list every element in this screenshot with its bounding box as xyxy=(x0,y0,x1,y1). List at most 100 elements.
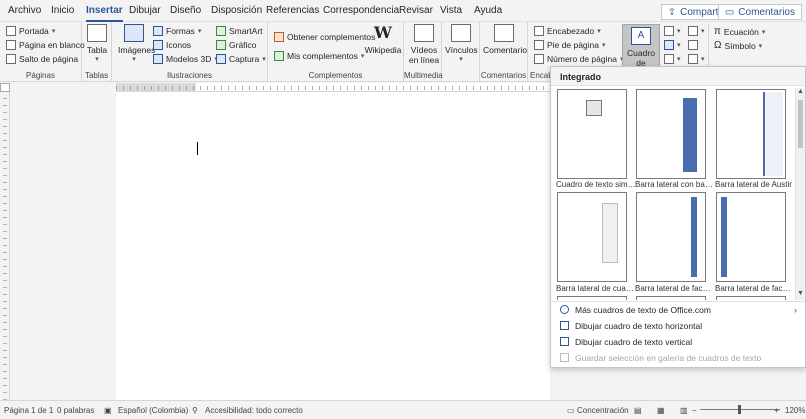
tab-ayuda[interactable]: Ayuda xyxy=(474,5,502,16)
gallery-label: Barra lateral de faceta ... xyxy=(635,284,715,293)
signature-icon xyxy=(688,26,698,36)
read-mode-icon[interactable]: ▤ xyxy=(634,406,642,415)
proofing-icon[interactable]: ▣ xyxy=(104,406,112,415)
textbox-button[interactable]: ACuadro detexto ▾ xyxy=(622,24,660,78)
textbox-icon xyxy=(560,321,569,330)
gallery-item-facet-sidebar-right[interactable] xyxy=(716,192,786,282)
gallery-scrollbar[interactable]: ▲ ▼ xyxy=(795,88,805,300)
get-addins-button[interactable]: Obtener complementos xyxy=(274,32,375,42)
quick-parts-button[interactable]: ▾ xyxy=(664,26,681,36)
shapes-button[interactable]: Formas ▾ xyxy=(153,26,201,36)
gallery-item-facet-sidebar-left[interactable] xyxy=(636,192,706,282)
screenshot-button[interactable]: Captura ▾ xyxy=(216,54,266,64)
scroll-down-icon[interactable]: ▼ xyxy=(796,290,805,300)
tab-insertar[interactable]: Insertar xyxy=(86,5,123,22)
zoom-in-icon[interactable]: + xyxy=(774,406,779,415)
icons-button[interactable]: Iconos xyxy=(153,40,191,50)
group-vinculos: Vínculos ▾ xyxy=(442,22,480,82)
tab-referencias[interactable]: Referencias xyxy=(266,5,319,16)
gallery-item[interactable] xyxy=(636,296,706,300)
drop-cap-button[interactable]: ▾ xyxy=(664,54,681,64)
tab-vista[interactable]: Vista xyxy=(440,5,462,16)
tab-diseno[interactable]: Diseño xyxy=(170,5,201,16)
images-button[interactable]: Imágenes ▾ xyxy=(118,24,155,65)
wikipedia-icon: W xyxy=(374,23,392,42)
page-number-button[interactable]: Número de página▾ xyxy=(534,54,623,64)
tab-disposicion[interactable]: Disposición xyxy=(211,5,262,16)
symbol-button[interactable]: Ω Símbolo ▾ xyxy=(714,40,762,51)
equation-button[interactable]: π Ecuación ▾ xyxy=(714,26,765,37)
tab-dibujar[interactable]: Dibujar xyxy=(129,5,161,16)
object-button[interactable]: ▾ xyxy=(688,54,705,64)
header-button[interactable]: Encabezado ▾ xyxy=(534,26,601,36)
gallery-item[interactable] xyxy=(716,296,786,300)
tab-archivo[interactable]: Archivo xyxy=(8,5,41,16)
group-ilustraciones: Imágenes▾ Formas▾ Iconos Modelos 3D▾ Sma… xyxy=(112,22,268,82)
page-count[interactable]: Página 1 de 1 xyxy=(4,406,53,415)
wikipedia-button[interactable]: W Wikipedia xyxy=(364,23,402,56)
gallery-item-simple[interactable] xyxy=(557,89,627,179)
puzzle-icon xyxy=(274,51,284,61)
focus-icon[interactable]: ▭ xyxy=(567,406,575,415)
3d-models-button[interactable]: Modelos 3D▾ xyxy=(153,54,218,64)
my-addins-button[interactable]: Mis complementos ▾ xyxy=(274,51,364,61)
document-page[interactable] xyxy=(116,92,550,400)
accessibility-icon[interactable]: ⚲ xyxy=(192,406,198,415)
focus-mode[interactable]: Concentración xyxy=(577,406,629,415)
horizontal-ruler[interactable] xyxy=(116,83,550,92)
more-textboxes-item[interactable]: Más cuadros de texto de Office.com › xyxy=(560,302,797,317)
gallery-item-banded-sidebar[interactable] xyxy=(636,89,706,179)
smartart-button[interactable]: SmartArt xyxy=(216,26,263,36)
language[interactable]: Español (Colombia) xyxy=(118,406,188,415)
scrollbar-thumb[interactable] xyxy=(798,100,803,148)
cover-page-button[interactable]: Portada ▾ xyxy=(6,26,55,36)
ruler-ticks xyxy=(116,86,550,90)
accessibility-status[interactable]: Accesibilidad: todo correcto xyxy=(205,406,303,415)
draw-vertical-textbox-item[interactable]: Dibujar cuadro de texto vertical xyxy=(560,334,797,349)
table-button[interactable]: Tabla ▾ xyxy=(86,24,108,65)
web-layout-icon[interactable]: ▥ xyxy=(680,406,688,415)
gallery-label: Cuadro de texto simple xyxy=(556,180,636,189)
shapes-icon xyxy=(153,26,163,36)
online-video-button[interactable]: Vídeos en línea xyxy=(408,24,440,65)
zoom-level[interactable]: 120% xyxy=(785,406,805,415)
tab-correspondencia[interactable]: Correspondencia xyxy=(323,5,399,16)
group-complementos: Obtener complementos Mis complementos ▾ W… xyxy=(268,22,404,82)
blank-page-button[interactable]: Página en blanco xyxy=(6,40,85,50)
store-icon xyxy=(274,32,284,42)
scroll-up-icon[interactable]: ▲ xyxy=(796,88,805,98)
gallery-item[interactable] xyxy=(557,296,627,300)
page-break-button[interactable]: Salto de página xyxy=(6,54,78,64)
chart-button[interactable]: Gráfico xyxy=(216,40,256,50)
gallery-section-header: Integrado xyxy=(551,67,805,86)
comment-icon: ▭ xyxy=(724,6,735,18)
textbox-icon: A xyxy=(631,27,651,45)
ruler-corner[interactable] xyxy=(0,83,10,92)
tab-inicio[interactable]: Inicio xyxy=(51,5,74,16)
zoom-slider-knob[interactable] xyxy=(738,405,741,414)
preview-sidebar xyxy=(683,98,697,172)
draw-horizontal-textbox-item[interactable]: Dibujar cuadro de texto horizontal xyxy=(560,318,797,333)
wordart-button[interactable]: ▾ xyxy=(664,40,681,50)
tab-revisar[interactable]: Revisar xyxy=(399,5,433,16)
signature-line-button[interactable]: ▾ xyxy=(688,26,705,36)
print-layout-icon[interactable]: ▦ xyxy=(657,406,665,415)
object-icon xyxy=(688,54,698,64)
gallery-item-austin-sidebar[interactable] xyxy=(716,89,786,179)
comment-button[interactable]: Comentario xyxy=(483,24,527,55)
chevron-down-icon: ▾ xyxy=(459,56,463,63)
textbox-gallery: Cuadro de texto simple Barra lateral con… xyxy=(556,88,792,300)
group-label-comentarios: Comentarios xyxy=(480,71,527,80)
ruler-ticks xyxy=(3,92,7,400)
word-count[interactable]: 0 palabras xyxy=(57,406,94,415)
links-button[interactable]: Vínculos ▾ xyxy=(445,24,478,65)
calendar-icon xyxy=(688,40,698,50)
chevron-down-icon: ▾ xyxy=(95,56,99,63)
footer-button[interactable]: Pie de página ▾ xyxy=(534,40,606,50)
gallery-item-grid-sidebar[interactable] xyxy=(557,192,627,282)
chevron-right-icon: › xyxy=(794,304,797,315)
comments-button[interactable]: ▭ Comentarios xyxy=(717,4,802,20)
zoom-out-icon[interactable]: − xyxy=(692,406,697,415)
date-time-button[interactable] xyxy=(688,40,698,50)
vertical-ruler[interactable] xyxy=(0,92,10,400)
